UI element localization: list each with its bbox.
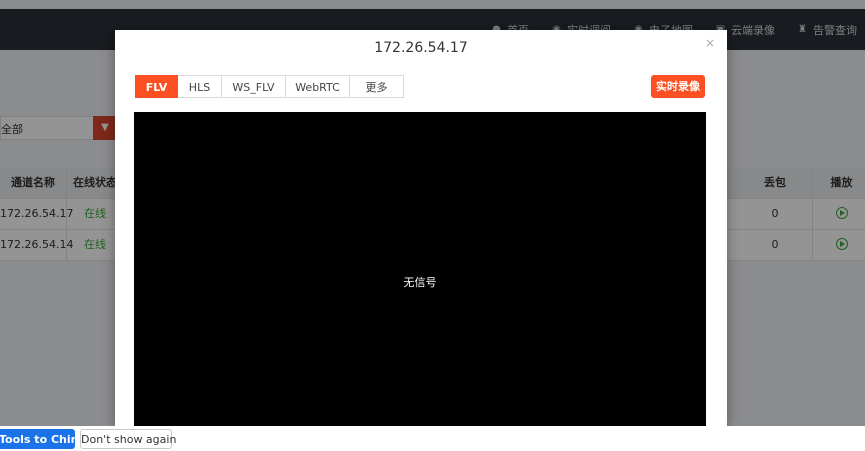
stream-protocol-tabs: FLV HLS WS_FLV WebRTC 更多 <box>135 75 404 98</box>
no-signal-text: 无信号 <box>403 276 437 289</box>
tab-flv[interactable]: FLV <box>135 75 178 98</box>
live-record-button[interactable]: 实时录像 <box>651 75 705 98</box>
translate-bar: Tools to Chinese Don't show again <box>0 426 865 451</box>
dont-show-again-button[interactable]: Don't show again <box>80 429 176 449</box>
video-player-modal: 172.26.54.17 × FLV HLS WS_FLV WebRTC 更多 … <box>115 30 727 426</box>
tab-hls[interactable]: HLS <box>178 75 222 98</box>
close-icon[interactable]: × <box>705 36 715 50</box>
tab-webrtc[interactable]: WebRTC <box>286 75 350 98</box>
tab-ws-flv[interactable]: WS_FLV <box>222 75 286 98</box>
translate-button[interactable]: Tools to Chinese <box>0 429 100 449</box>
video-player[interactable]: 无信号 <box>134 112 706 426</box>
modal-title: 172.26.54.17 <box>374 40 468 56</box>
tab-more[interactable]: 更多 <box>350 75 404 98</box>
